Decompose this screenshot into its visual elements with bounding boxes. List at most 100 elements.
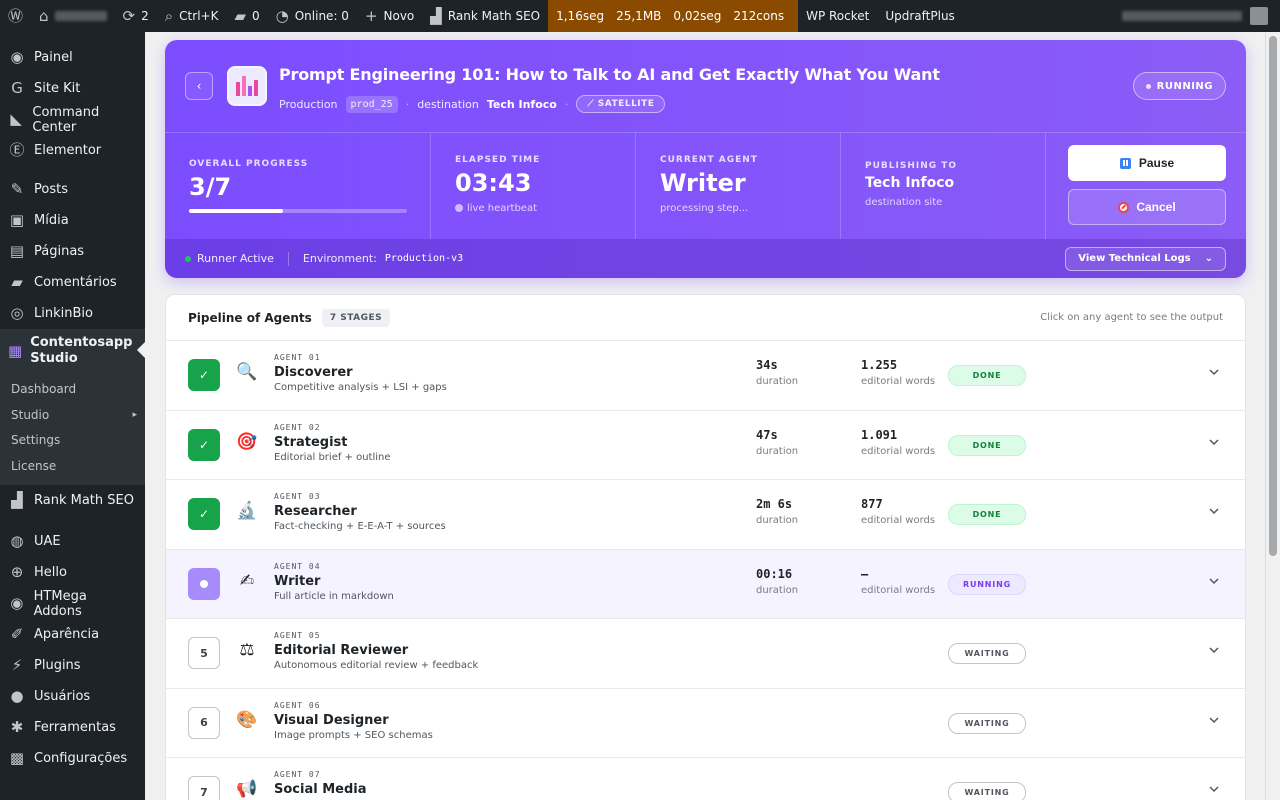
agent-row[interactable]: ✓ 🎯 AGENT 02 Strategist Editorial brief + ou… — [166, 411, 1245, 480]
stat-elapsed: ELAPSED TIME 03:43 live heartbeat — [431, 133, 636, 239]
search-shortcut: Ctrl+K — [179, 9, 219, 23]
submenu-license[interactable]: License — [0, 454, 145, 480]
comment-icon: ▰ — [234, 6, 246, 25]
sidebar-item-linkinbio[interactable]: ◎ LinkinBio — [0, 298, 145, 329]
agent-info: AGENT 04 Writer Full article in markdown — [274, 562, 394, 602]
stat-current-agent: CURRENT AGENT Writer processing step... — [636, 133, 841, 239]
stat-sub: live heartbeat — [455, 203, 537, 214]
wp-logo-menu[interactable]: Ⓦ — [0, 0, 31, 32]
sidebar-item-usu-rios[interactable]: ● Usuários — [0, 681, 145, 712]
sidebar-item-label: Command Center — [32, 104, 100, 135]
agent-number: AGENT 04 — [274, 561, 321, 571]
submenu-settings[interactable]: Settings — [0, 428, 145, 454]
sidebar-item-posts[interactable]: ✎ Posts — [0, 174, 145, 205]
sidebar-item-apar-ncia[interactable]: ✐ Aparência — [0, 619, 145, 650]
stat-sub-label: live heartbeat — [467, 203, 538, 214]
chevron-down-icon[interactable] — [1209, 645, 1219, 655]
agent-row[interactable]: ✍ AGENT 04 Writer Full article in markdown 0… — [166, 549, 1245, 619]
updates-menu[interactable]: ⟳ 2 — [115, 0, 157, 32]
duration-label: duration — [756, 445, 799, 457]
updates-count: 2 — [141, 9, 149, 23]
duration-label: duration — [756, 376, 799, 387]
submenu-studio[interactable]: Studio ▸ — [0, 403, 145, 429]
environment-label: Environment: — [302, 252, 377, 265]
chevron-down-icon[interactable] — [1209, 784, 1219, 794]
chevron-down-icon[interactable] — [1209, 715, 1219, 725]
user-icon: ● — [10, 687, 24, 705]
agent-duration: 47s duration — [756, 428, 798, 457]
sidebar-item-label: Painel — [34, 50, 73, 65]
agent-row[interactable]: 5 ⚖ AGENT 05 Editorial Reviewer Autonomous e… — [166, 619, 1245, 689]
words-value: 1.255 — [861, 358, 898, 372]
account-menu[interactable] — [1122, 7, 1280, 25]
agent-row[interactable]: 6 🎨 AGENT 06 Visual Designer Image prompts +… — [166, 689, 1245, 758]
scrollbar-thumb[interactable] — [1269, 36, 1277, 556]
search-menu[interactable]: ⌕ Ctrl+K — [157, 0, 227, 32]
sidebar-item-plugins[interactable]: ⚡ Plugins — [0, 650, 145, 681]
sidebar-item-hello[interactable]: ⊕ Hello — [0, 557, 145, 588]
sidebar-item-uae[interactable]: ◍ UAE — [0, 526, 145, 557]
sidebar-item-command-center[interactable]: ◣ Command Center — [0, 104, 145, 135]
plus-icon: + — [364, 6, 378, 25]
pause-button[interactable]: Pause — [1068, 145, 1226, 181]
agent-row[interactable]: 7 📢 AGENT 07 Social Media WAITING — [166, 758, 1245, 800]
stat-value: 03:43 — [455, 169, 532, 197]
sidebar-item-painel[interactable]: ◉ Painel — [0, 42, 145, 73]
online-menu[interactable]: ◔ Online: 0 — [268, 0, 357, 32]
chevron-down-icon[interactable] — [1209, 367, 1219, 377]
e-icon: Ⓔ — [9, 141, 25, 159]
agent-words: 1.091 editorial words — [861, 428, 935, 457]
new-label: Novo — [383, 9, 415, 23]
heartbeat-dot-icon — [455, 204, 463, 212]
sidebar-item-configura-es[interactable]: ▩ Configurações — [0, 743, 145, 774]
sidebar-item-htmega-addons[interactable]: ◉ HTMega Addons — [0, 588, 145, 619]
sidebar-item-ferramentas[interactable]: ✱ Ferramentas — [0, 712, 145, 743]
sidebar-item-label: Usuários — [34, 689, 91, 704]
agent-row[interactable]: ✓ 🔍 AGENT 01 Discoverer Competitive analysis… — [166, 341, 1245, 411]
agent-number: AGENT 05 — [274, 631, 321, 640]
chevron-down-icon[interactable] — [1209, 576, 1219, 586]
sidebar-item-rank-math[interactable]: ▟ Rank Math SEO — [0, 485, 145, 516]
sidebar-item-coment-rios[interactable]: ▰ Comentários — [0, 267, 145, 298]
agent-duration: 2m 6s duration — [756, 497, 798, 526]
view-logs-button[interactable]: View Technical Logs ⌄ — [1065, 246, 1226, 271]
query-monitor-menu[interactable]: 1,16seg 25,1MB 0,02seg 212cons — [548, 0, 799, 32]
cancel-button[interactable]: Cancel — [1068, 189, 1226, 225]
updraft-menu[interactable]: UpdraftPlus — [877, 0, 962, 32]
chevron-down-icon[interactable] — [1209, 506, 1219, 516]
megaphone-icon: 📢 — [236, 779, 258, 799]
sidebar-item-elementor[interactable]: Ⓔ Elementor — [0, 135, 145, 166]
plug-icon: ⚡ — [11, 656, 23, 674]
duration-label: duration — [756, 584, 799, 596]
sidebar-item-m-dia[interactable]: ▣ Mídia — [0, 205, 145, 236]
meta-separator: · — [564, 97, 569, 111]
page-scrollbar[interactable] — [1265, 32, 1280, 800]
comments-menu[interactable]: ▰ 0 — [226, 0, 267, 32]
agent-row[interactable]: ✓ 🔬 AGENT 03 Researcher Fact-checking + E-E-… — [166, 480, 1245, 550]
submenu-dashboard[interactable]: Dashboard — [0, 377, 145, 403]
submenu-studio-label: Studio — [11, 407, 50, 422]
sidebar-item-label: Páginas — [34, 244, 85, 259]
perf-query-time: 0,02seg — [673, 9, 722, 23]
agent-number: AGENT 01 — [274, 353, 321, 362]
sidebar-item-label: Configurações — [34, 751, 128, 766]
wp-rocket-menu[interactable]: WP Rocket — [798, 0, 877, 32]
sidebar-item-site-kit[interactable]: G Site Kit — [0, 73, 145, 104]
satellite-badge: ⟋ SATELLITE — [576, 95, 666, 113]
duration-label: duration — [756, 515, 799, 526]
htmega-icon: ◉ — [10, 594, 24, 612]
site-name-menu[interactable]: ⌂ — [31, 0, 115, 32]
words-value: — — [861, 566, 869, 581]
pause-icon — [1119, 157, 1131, 169]
duration-value: 2m 6s — [756, 497, 793, 511]
sidebar-item-contentosapp-studio[interactable]: ▦ Contentosapp Studio — [0, 329, 145, 373]
agent-status-tag: WAITING — [948, 643, 1026, 664]
back-button[interactable]: ‹ — [185, 72, 213, 100]
rank-math-menu[interactable]: ▟ Rank Math SEO — [422, 0, 548, 32]
sidebar-item-label: Ferramentas — [34, 720, 116, 735]
chevron-down-icon[interactable] — [1209, 437, 1219, 447]
chevron-left-icon: ‹ — [196, 79, 202, 93]
comments-count: 0 — [252, 9, 260, 23]
sidebar-item-p-ginas[interactable]: ▤ Páginas — [0, 236, 145, 267]
new-content-menu[interactable]: + Novo — [357, 0, 422, 32]
